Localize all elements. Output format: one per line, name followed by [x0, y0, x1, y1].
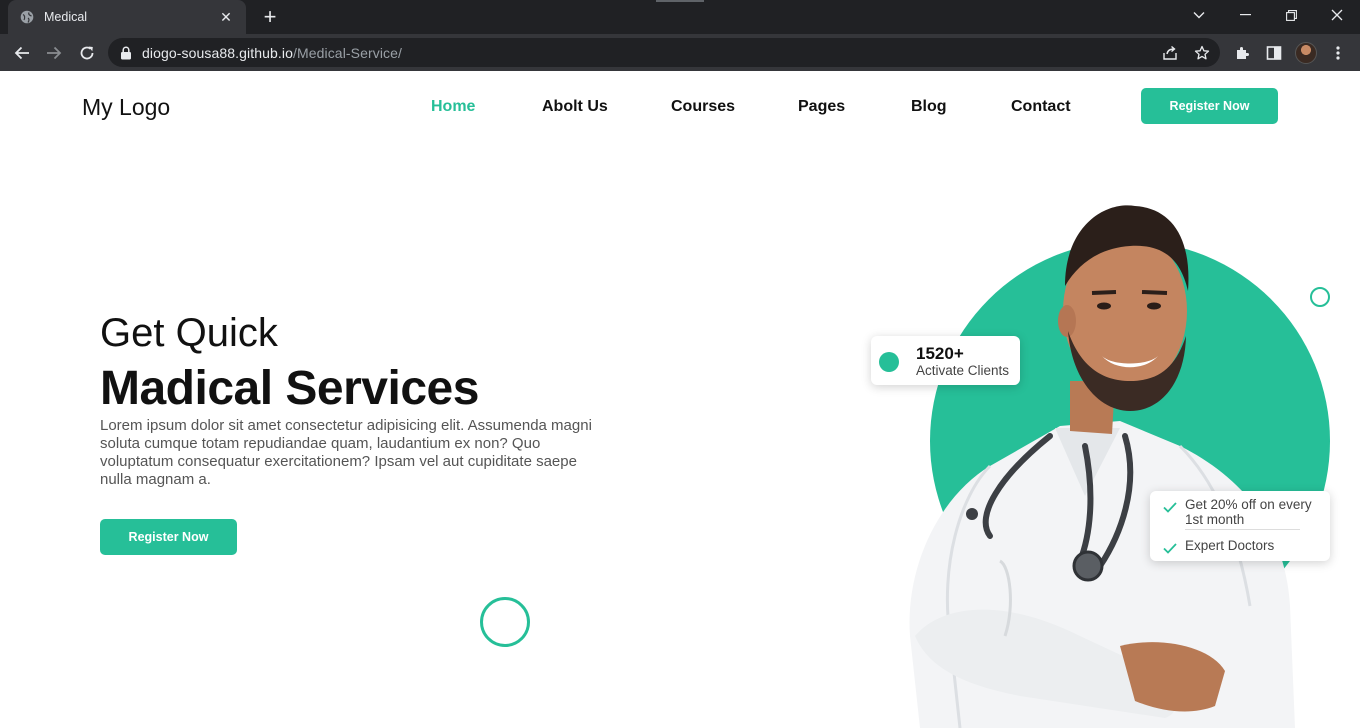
- check-icon: [1162, 499, 1178, 515]
- feature-item: Get 20% off on every 1st month: [1162, 497, 1317, 527]
- clients-card: 1520+ Activate Clients: [871, 336, 1020, 385]
- window-close-icon[interactable]: [1314, 0, 1360, 30]
- hero-description: Lorem ipsum dolor sit amet consectetur a…: [100, 417, 592, 488]
- side-panel-icon[interactable]: [1262, 41, 1286, 65]
- menu-kebab-icon[interactable]: [1326, 41, 1350, 65]
- features-card: Get 20% off on every 1st month Expert Do…: [1150, 491, 1330, 561]
- back-arrow-icon[interactable]: [10, 41, 34, 65]
- browser-tab-bar: Medical ✕ +: [0, 0, 1360, 34]
- header-register-button[interactable]: Register Now: [1141, 88, 1278, 124]
- browser-toolbar: diogo-sousa88.github.io/Medical-Service/: [0, 34, 1360, 71]
- browser-tab[interactable]: Medical ✕: [8, 0, 246, 34]
- hero-register-button[interactable]: Register Now: [100, 519, 237, 555]
- star-icon[interactable]: [1192, 43, 1212, 63]
- tab-search-chevron-icon[interactable]: [1176, 0, 1222, 30]
- check-icon: [1162, 540, 1178, 556]
- url-text[interactable]: diogo-sousa88.github.io/Medical-Service/: [142, 45, 402, 61]
- clients-label: Activate Clients: [916, 363, 1010, 378]
- hero-title: Madical Services: [100, 362, 479, 415]
- close-icon[interactable]: ✕: [218, 9, 234, 25]
- extensions-puzzle-icon[interactable]: [1230, 41, 1254, 65]
- feature-item: Expert Doctors: [1162, 538, 1274, 556]
- globe-icon: [20, 10, 34, 24]
- restore-icon[interactable]: [1268, 0, 1314, 30]
- nav-contact[interactable]: Contact: [1011, 98, 1071, 116]
- nav-blog[interactable]: Blog: [911, 98, 947, 116]
- page-viewport: My Logo Home Abolt Us Courses Pages Blog…: [0, 71, 1360, 728]
- hero-subtitle: Get Quick: [100, 311, 278, 355]
- url-path: /Medical-Service/: [292, 45, 403, 61]
- site-logo[interactable]: My Logo: [82, 94, 170, 121]
- tab-title: Medical: [44, 10, 88, 24]
- doctor-image: SU: [909, 205, 1295, 728]
- lock-icon[interactable]: [120, 46, 132, 60]
- clients-dot-icon: [879, 352, 899, 372]
- tab-strip-indicator: [656, 0, 704, 2]
- nav-home[interactable]: Home: [431, 98, 475, 116]
- reload-icon[interactable]: [75, 41, 99, 65]
- feature-text: Get 20% off on every 1st month: [1185, 497, 1312, 527]
- address-bar[interactable]: diogo-sousa88.github.io/Medical-Service/: [108, 38, 1220, 67]
- decorative-ring: [480, 597, 530, 647]
- nav-about[interactable]: Abolt Us: [542, 98, 608, 116]
- profile-avatar[interactable]: [1295, 42, 1317, 64]
- feature-divider: [1185, 529, 1300, 530]
- url-host: diogo-sousa88.github.io: [142, 45, 293, 61]
- nav-courses[interactable]: Courses: [671, 98, 735, 116]
- minimize-icon[interactable]: [1222, 0, 1268, 30]
- share-icon[interactable]: [1160, 43, 1180, 63]
- new-tab-button[interactable]: +: [259, 6, 281, 28]
- forward-arrow-icon[interactable]: [42, 41, 66, 65]
- clients-count: 1520+: [916, 344, 964, 363]
- nav-pages[interactable]: Pages: [798, 98, 845, 116]
- feature-text: Expert Doctors: [1185, 538, 1275, 553]
